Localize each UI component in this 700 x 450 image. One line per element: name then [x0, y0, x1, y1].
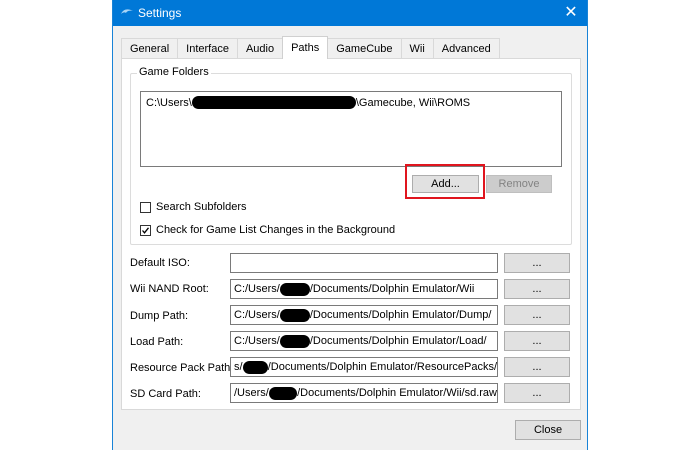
- redaction-mark: [242, 360, 268, 374]
- check-changes-checkbox[interactable]: [140, 224, 151, 236]
- settings-tabs: General Interface Audio Paths GameCube W…: [121, 36, 500, 59]
- game-folders-title: Game Folders: [137, 66, 211, 78]
- dump-path-input[interactable]: C:/Users/ /Documents/Dolphin Emulator/Du…: [230, 305, 498, 325]
- sd-card-path-label: SD Card Path:: [130, 388, 201, 400]
- wii-nand-root-prefix: C:/Users/: [234, 283, 280, 295]
- redaction-mark: [279, 308, 310, 322]
- redaction-mark: [268, 386, 298, 400]
- resource-pack-path-browse-button[interactable]: ...: [504, 357, 570, 377]
- tab-wii[interactable]: Wii: [400, 38, 434, 58]
- default-iso-browse-button[interactable]: ...: [504, 253, 570, 273]
- list-item[interactable]: C:\Users\ \Gamecube, Wii\ROMS: [146, 96, 470, 109]
- resource-pack-path-input[interactable]: s/ /Documents/Dolphin Emulator/ResourceP…: [230, 357, 498, 377]
- dump-path-browse-button[interactable]: ...: [504, 305, 570, 325]
- resource-pack-path-suffix: /Documents/Dolphin Emulator/ResourcePack…: [267, 361, 497, 373]
- wii-nand-root-suffix: /Documents/Dolphin Emulator/Wii: [309, 283, 475, 295]
- title-bar[interactable]: Settings ✕: [113, 0, 587, 26]
- dump-path-prefix: C:/Users/: [234, 309, 280, 321]
- dump-path-suffix: /Documents/Dolphin Emulator/Dump/: [309, 309, 492, 321]
- checkmark-icon: [142, 226, 150, 234]
- redaction-mark: [279, 282, 310, 296]
- redaction-mark: [191, 96, 356, 109]
- tab-paths[interactable]: Paths: [282, 36, 329, 59]
- default-iso-label: Default ISO:: [130, 257, 190, 269]
- search-subfolders-checkbox[interactable]: [140, 201, 151, 213]
- search-subfolders-label: Search Subfolders: [156, 201, 247, 213]
- tab-gamecube[interactable]: GameCube: [327, 38, 402, 58]
- tab-advanced[interactable]: Advanced: [432, 38, 500, 58]
- resource-pack-path-label: Resource Pack Path:: [130, 362, 234, 374]
- search-subfolders-checkbox-row[interactable]: Search Subfolders: [140, 201, 247, 213]
- settings-window: Settings ✕ General Interface Audio Paths…: [112, 0, 588, 450]
- resource-pack-path-prefix: s/: [234, 361, 243, 373]
- game-folders-group: Game Folders C:\Users\ \Gamecube, Wii\RO…: [130, 66, 572, 245]
- sd-card-path-prefix: /Users/: [234, 387, 269, 399]
- paths-panel: Game Folders C:\Users\ \Gamecube, Wii\RO…: [121, 58, 581, 410]
- tab-general[interactable]: General: [121, 38, 179, 58]
- folder-path-suffix: \Gamecube, Wii\ROMS: [355, 96, 471, 109]
- wii-nand-root-browse-button[interactable]: ...: [504, 279, 570, 299]
- check-changes-label: Check for Game List Changes in the Backg…: [156, 224, 396, 236]
- wii-nand-root-input[interactable]: C:/Users/ /Documents/Dolphin Emulator/Wi…: [230, 279, 498, 299]
- wii-nand-root-label: Wii NAND Root:: [130, 283, 209, 295]
- check-changes-checkbox-row[interactable]: Check for Game List Changes in the Backg…: [140, 224, 395, 236]
- dump-path-label: Dump Path:: [130, 310, 189, 322]
- load-path-prefix: C:/Users/: [234, 335, 280, 347]
- load-path-browse-button[interactable]: ...: [504, 331, 570, 351]
- game-folders-list[interactable]: C:\Users\ \Gamecube, Wii\ROMS: [140, 91, 562, 167]
- add-folder-button[interactable]: Add...: [412, 175, 479, 193]
- remove-folder-button[interactable]: Remove: [486, 175, 552, 193]
- window-title: Settings: [138, 6, 182, 20]
- close-button[interactable]: Close: [515, 420, 581, 440]
- load-path-input[interactable]: C:/Users/ /Documents/Dolphin Emulator/Lo…: [230, 331, 498, 351]
- sd-card-path-input[interactable]: /Users/ /Documents/Dolphin Emulator/Wii/…: [230, 383, 498, 403]
- redaction-mark: [279, 334, 310, 348]
- dolphin-icon: [121, 9, 133, 14]
- sd-card-path-suffix: /Documents/Dolphin Emulator/Wii/sd.raw: [297, 387, 497, 399]
- close-window-icon[interactable]: ✕: [559, 1, 583, 25]
- tab-interface[interactable]: Interface: [177, 38, 238, 58]
- sd-card-path-browse-button[interactable]: ...: [504, 383, 570, 403]
- default-iso-input[interactable]: [230, 253, 498, 273]
- load-path-suffix: /Documents/Dolphin Emulator/Load/: [309, 335, 487, 347]
- tab-audio[interactable]: Audio: [236, 38, 284, 58]
- folder-path-prefix: C:\Users\: [146, 96, 192, 109]
- load-path-label: Load Path:: [130, 336, 184, 348]
